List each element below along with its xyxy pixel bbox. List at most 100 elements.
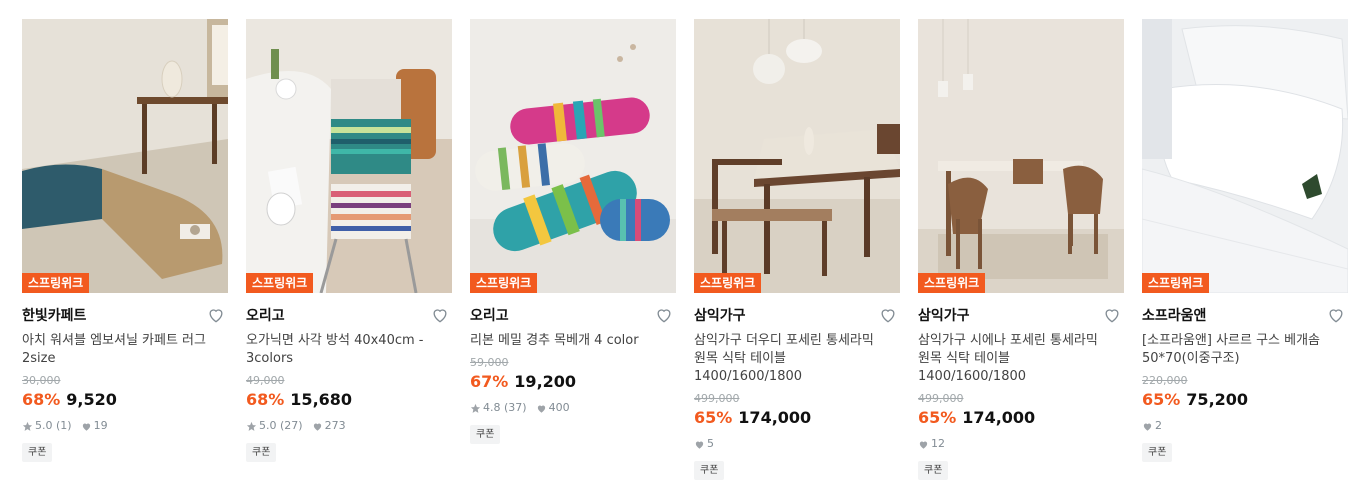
review-meta: 5.0 (27) 273 <box>246 419 452 433</box>
review-meta: 5 <box>694 437 900 451</box>
product-card[interactable]: 스프링위크 삼익가구 삼익가구 시에나 포세린 통세라믹 원목 식탁 테이블 1… <box>918 19 1124 480</box>
original-price: 49,000 <box>246 374 285 387</box>
discount-rate: 68% <box>246 390 285 409</box>
review-meta: 12 <box>918 437 1124 451</box>
sale-price: 9,520 <box>66 390 117 409</box>
product-name[interactable]: 리본 메밀 경추 목베개 4 color <box>470 332 670 350</box>
coupon-tag: 쿠폰 <box>1142 443 1173 462</box>
wishlist-heart-icon[interactable] <box>878 305 898 325</box>
original-price: 499,000 <box>694 392 740 405</box>
sale-price: 15,680 <box>290 390 353 409</box>
review-count: (37) <box>504 401 527 414</box>
product-image[interactable]: 스프링위크 <box>22 19 228 293</box>
price-line: 68% 15,680 <box>246 389 452 411</box>
review-meta: 5.0 (1) 19 <box>22 419 228 433</box>
product-image[interactable]: 스프링위크 <box>1142 19 1348 293</box>
price-line: 67% 19,200 <box>470 371 676 393</box>
like-count: 400 <box>548 401 570 414</box>
like-count: 19 <box>93 419 108 432</box>
product-image[interactable]: 스프링위크 <box>246 19 452 293</box>
product-photo-rug <box>22 19 228 293</box>
product-photo-pillow <box>470 19 676 293</box>
original-price: 59,000 <box>470 356 509 369</box>
review-meta: 2 <box>1142 419 1348 433</box>
heart-filled-icon <box>918 439 929 450</box>
product-photo-dining-set <box>918 19 1124 293</box>
discount-rate: 65% <box>1142 390 1181 409</box>
promo-badge: 스프링위크 <box>1142 273 1210 293</box>
product-name[interactable]: 오가닉면 사각 방석 40x40cm - 3colors <box>246 332 446 368</box>
price-line: 65% 174,000 <box>694 407 900 429</box>
promo-badge: 스프링위크 <box>470 273 538 293</box>
rating: 4.8 <box>483 401 501 414</box>
brand-name[interactable]: 소프라움앤 <box>1142 307 1348 325</box>
brand-name[interactable]: 한빛카페트 <box>22 307 228 325</box>
product-card[interactable]: 스프링위크 한빛카페트 아치 워셔블 엠보셔닐 카페트 러그 2size 30,… <box>22 19 228 462</box>
sale-price: 174,000 <box>738 408 812 427</box>
sale-price: 75,200 <box>1186 390 1249 409</box>
heart-filled-icon <box>312 421 323 432</box>
heart-filled-icon <box>1142 421 1153 432</box>
coupon-tag: 쿠폰 <box>694 461 725 480</box>
promo-badge: 스프링위크 <box>22 273 90 293</box>
brand-name[interactable]: 오리고 <box>470 307 676 325</box>
wishlist-heart-icon[interactable] <box>1326 305 1346 325</box>
product-photo-dining-table <box>694 19 900 293</box>
sale-price: 174,000 <box>962 408 1036 427</box>
product-photo-cushion <box>246 19 452 293</box>
price-line: 65% 75,200 <box>1142 389 1348 411</box>
promo-badge: 스프링위크 <box>694 273 762 293</box>
coupon-tag: 쿠폰 <box>470 425 501 444</box>
brand-name[interactable]: 오리고 <box>246 307 452 325</box>
coupon-tag: 쿠폰 <box>246 443 277 462</box>
rating: 5.0 <box>35 419 53 432</box>
product-card[interactable]: 스프링위크 오리고 오가닉면 사각 방석 40x40cm - 3colors 4… <box>246 19 452 462</box>
wishlist-heart-icon[interactable] <box>430 305 450 325</box>
discount-rate: 65% <box>918 408 957 427</box>
wishlist-heart-icon[interactable] <box>1102 305 1122 325</box>
wishlist-heart-icon[interactable] <box>206 305 226 325</box>
coupon-tag: 쿠폰 <box>918 461 949 480</box>
product-image[interactable]: 스프링위크 <box>470 19 676 293</box>
discount-rate: 68% <box>22 390 61 409</box>
original-price: 30,000 <box>22 374 61 387</box>
product-name[interactable]: 삼익가구 시에나 포세린 통세라믹 원목 식탁 테이블 1400/1600/18… <box>918 332 1118 386</box>
review-meta: 4.8 (37) 400 <box>470 401 676 415</box>
heart-filled-icon <box>536 403 547 414</box>
product-card[interactable]: 스프링위크 삼익가구 삼익가구 더우디 포세린 통세라믹 원목 식탁 테이블 1… <box>694 19 900 480</box>
promo-badge: 스프링위크 <box>246 273 314 293</box>
brand-name[interactable]: 삼익가구 <box>918 307 1124 325</box>
brand-name[interactable]: 삼익가구 <box>694 307 900 325</box>
product-card[interactable]: 스프링위크 오리고 리본 메밀 경추 목베개 4 color 59,000 67… <box>470 19 676 444</box>
star-icon <box>470 403 481 414</box>
product-row: 스프링위크 한빛카페트 아치 워셔블 엠보셔닐 카페트 러그 2size 30,… <box>0 0 1358 502</box>
product-name[interactable]: 삼익가구 더우디 포세린 통세라믹 원목 식탁 테이블 1400/1600/18… <box>694 332 894 386</box>
sale-price: 19,200 <box>514 372 577 391</box>
original-price: 220,000 <box>1142 374 1188 387</box>
star-icon <box>22 421 33 432</box>
original-price: 499,000 <box>918 392 964 405</box>
star-icon <box>246 421 257 432</box>
product-photo-pillow-bedding <box>1142 19 1348 293</box>
promo-badge: 스프링위크 <box>918 273 986 293</box>
review-count: (27) <box>280 419 303 432</box>
product-name[interactable]: [소프라움앤] 사르르 구스 베개솜 50*70(이중구조) <box>1142 332 1342 368</box>
product-image[interactable]: 스프링위크 <box>918 19 1124 293</box>
discount-rate: 67% <box>470 372 509 391</box>
rating: 5.0 <box>259 419 277 432</box>
like-count: 12 <box>931 437 945 450</box>
review-count: (1) <box>56 419 72 432</box>
price-line: 65% 174,000 <box>918 407 1124 429</box>
product-image[interactable]: 스프링위크 <box>694 19 900 293</box>
heart-filled-icon <box>81 421 92 432</box>
price-line: 68% 9,520 <box>22 389 228 411</box>
like-count: 273 <box>324 419 346 432</box>
product-card[interactable]: 스프링위크 소프라움앤 [소프라움앤] 사르르 구스 베개솜 50*70(이중구… <box>1142 19 1348 462</box>
like-count: 2 <box>1155 419 1162 432</box>
product-name[interactable]: 아치 워셔블 엠보셔닐 카페트 러그 2size <box>22 332 222 368</box>
heart-filled-icon <box>694 439 705 450</box>
coupon-tag: 쿠폰 <box>22 443 53 462</box>
wishlist-heart-icon[interactable] <box>654 305 674 325</box>
discount-rate: 65% <box>694 408 733 427</box>
like-count: 5 <box>707 437 714 450</box>
